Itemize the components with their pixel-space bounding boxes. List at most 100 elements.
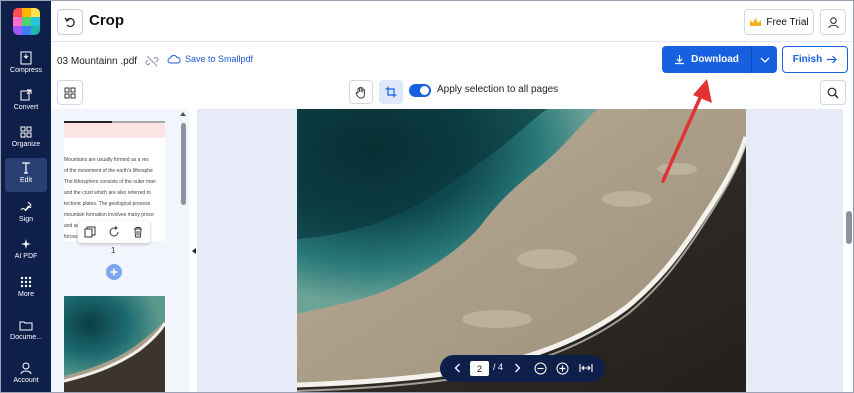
current-page-input[interactable]: 2: [470, 361, 489, 376]
collapse-panel-button[interactable]: [192, 248, 196, 254]
unlink-icon[interactable]: [145, 54, 159, 68]
top-header: Crop Free Trial: [51, 1, 853, 42]
thumbnail-line: of the movement of the earth's lithosphe: [64, 168, 153, 174]
rotate-icon[interactable]: [108, 226, 120, 238]
sparkle-icon: [21, 239, 31, 249]
document-scrollbar-track: [843, 109, 853, 392]
zoom-in-icon: [556, 362, 569, 375]
nav-account-label: Account: [13, 377, 39, 384]
nav-organize-label: Organize: [11, 141, 41, 148]
sign-icon: [20, 201, 32, 212]
cloud-icon: [167, 55, 181, 64]
free-trial-button[interactable]: Free Trial: [744, 9, 814, 35]
organize-icon: [20, 126, 32, 138]
download-icon: [675, 55, 685, 65]
nav-account[interactable]: Account: [5, 358, 47, 392]
app-window: Compress Convert Organize Edit Sign AI P…: [0, 0, 854, 393]
nav-sign[interactable]: Sign: [5, 197, 47, 231]
nav-documents-label: Docume...: [10, 334, 42, 341]
document-scrollbar[interactable]: [846, 211, 852, 244]
arrow-right-icon: [827, 55, 838, 64]
convert-icon: [20, 89, 32, 101]
trash-icon[interactable]: [132, 226, 144, 238]
nav-ai-pdf-label: AI PDF: [14, 253, 38, 260]
page-navigator: 2 / 4: [440, 355, 605, 382]
nav-organize[interactable]: Organize: [5, 122, 47, 156]
thumbnail-panel: Mountains are usually formed as a res of…: [51, 109, 189, 392]
grid-icon: [64, 87, 76, 98]
search-icon: [827, 87, 839, 98]
zoom-out-button[interactable]: [534, 362, 547, 375]
nav-compress[interactable]: Compress: [5, 48, 47, 82]
edit-icon: [22, 162, 30, 174]
nav-convert-label: Convert: [13, 104, 39, 111]
apply-all-pages-toggle[interactable]: [409, 84, 431, 97]
nav-more[interactable]: More: [5, 272, 47, 306]
account-button[interactable]: [820, 9, 846, 35]
hand-icon: [355, 86, 365, 98]
page-image: [297, 109, 746, 392]
finish-button[interactable]: Finish: [782, 46, 848, 73]
thumbnail-photo: [64, 296, 165, 392]
crown-icon: [750, 18, 762, 26]
finish-label: Finish: [792, 54, 823, 65]
total-pages: / 4: [493, 362, 504, 372]
nav-more-label: More: [18, 291, 34, 298]
thumbnail-scroll-up[interactable]: [180, 112, 186, 116]
undo-icon: [64, 17, 75, 28]
zoom-out-icon: [534, 362, 547, 375]
save-to-smallpdf-label: Save to Smallpdf: [185, 54, 254, 64]
chevron-down-icon: [760, 57, 769, 63]
file-name[interactable]: 03 Mountainn .pdf: [57, 56, 137, 67]
apply-all-pages-label: Apply selection to all pages: [437, 84, 559, 95]
free-trial-label: Free Trial: [766, 16, 809, 28]
thumbnail-page-number: 1: [111, 246, 116, 255]
toolbar: Apply selection to all pages: [51, 80, 853, 109]
next-page-button[interactable]: [514, 363, 521, 373]
nav-documents[interactable]: Docume...: [5, 315, 47, 349]
nav-edit[interactable]: Edit: [5, 158, 47, 192]
prev-page-button[interactable]: [454, 363, 461, 373]
thumbnail-scrollbar[interactable]: [181, 123, 186, 205]
thumbnail-line: tectonic plates. The geological process: [64, 201, 151, 207]
person-icon: [20, 362, 32, 375]
thumbnail-line: and the crust which are also referred to: [64, 190, 151, 196]
download-options-button[interactable]: [751, 46, 777, 73]
search-button[interactable]: [820, 80, 846, 105]
compress-icon: [20, 51, 32, 65]
page-thumbnail-2[interactable]: [64, 296, 165, 392]
grid-dots-icon: [20, 276, 32, 288]
smallpdf-logo[interactable]: [13, 8, 40, 35]
nav-edit-label: Edit: [19, 177, 33, 184]
download-label: Download: [691, 54, 739, 65]
download-button[interactable]: Download: [662, 46, 751, 73]
folder-icon: [19, 321, 33, 331]
plus-icon: [110, 268, 118, 276]
thumbnail-actions: [78, 221, 150, 243]
nav-sign-label: Sign: [18, 216, 33, 223]
person-icon: [827, 16, 839, 28]
fit-width-icon: [579, 364, 593, 372]
fit-width-button[interactable]: [579, 363, 593, 373]
thumbnail-line: mountain formation involves many proce: [64, 212, 154, 218]
thumbnail-line: Mountains are usually formed as a res: [64, 157, 149, 163]
page-grid-button[interactable]: [57, 80, 83, 105]
left-nav: Compress Convert Organize Edit Sign AI P…: [1, 1, 51, 392]
zoom-in-button[interactable]: [556, 362, 569, 375]
file-row: 03 Mountainn .pdf Save to Smallpdf Downl…: [51, 42, 853, 80]
hand-tool-button[interactable]: [349, 80, 373, 104]
add-page-button[interactable]: [106, 264, 122, 280]
duplicate-icon[interactable]: [84, 226, 96, 238]
save-to-smallpdf-link[interactable]: Save to Smallpdf: [167, 54, 253, 64]
crop-icon: [385, 86, 397, 98]
chevron-left-icon: [454, 363, 460, 373]
page-title: Crop: [89, 12, 124, 29]
nav-convert[interactable]: Convert: [5, 85, 47, 119]
crop-tool-button[interactable]: [379, 80, 403, 104]
back-button[interactable]: [57, 9, 83, 35]
hot-spring-photo: [297, 109, 746, 392]
chevron-right-icon: [515, 363, 521, 373]
nav-compress-label: Compress: [10, 67, 42, 74]
nav-ai-pdf[interactable]: AI PDF: [5, 234, 47, 268]
thumbnail-header-band: [64, 121, 165, 138]
